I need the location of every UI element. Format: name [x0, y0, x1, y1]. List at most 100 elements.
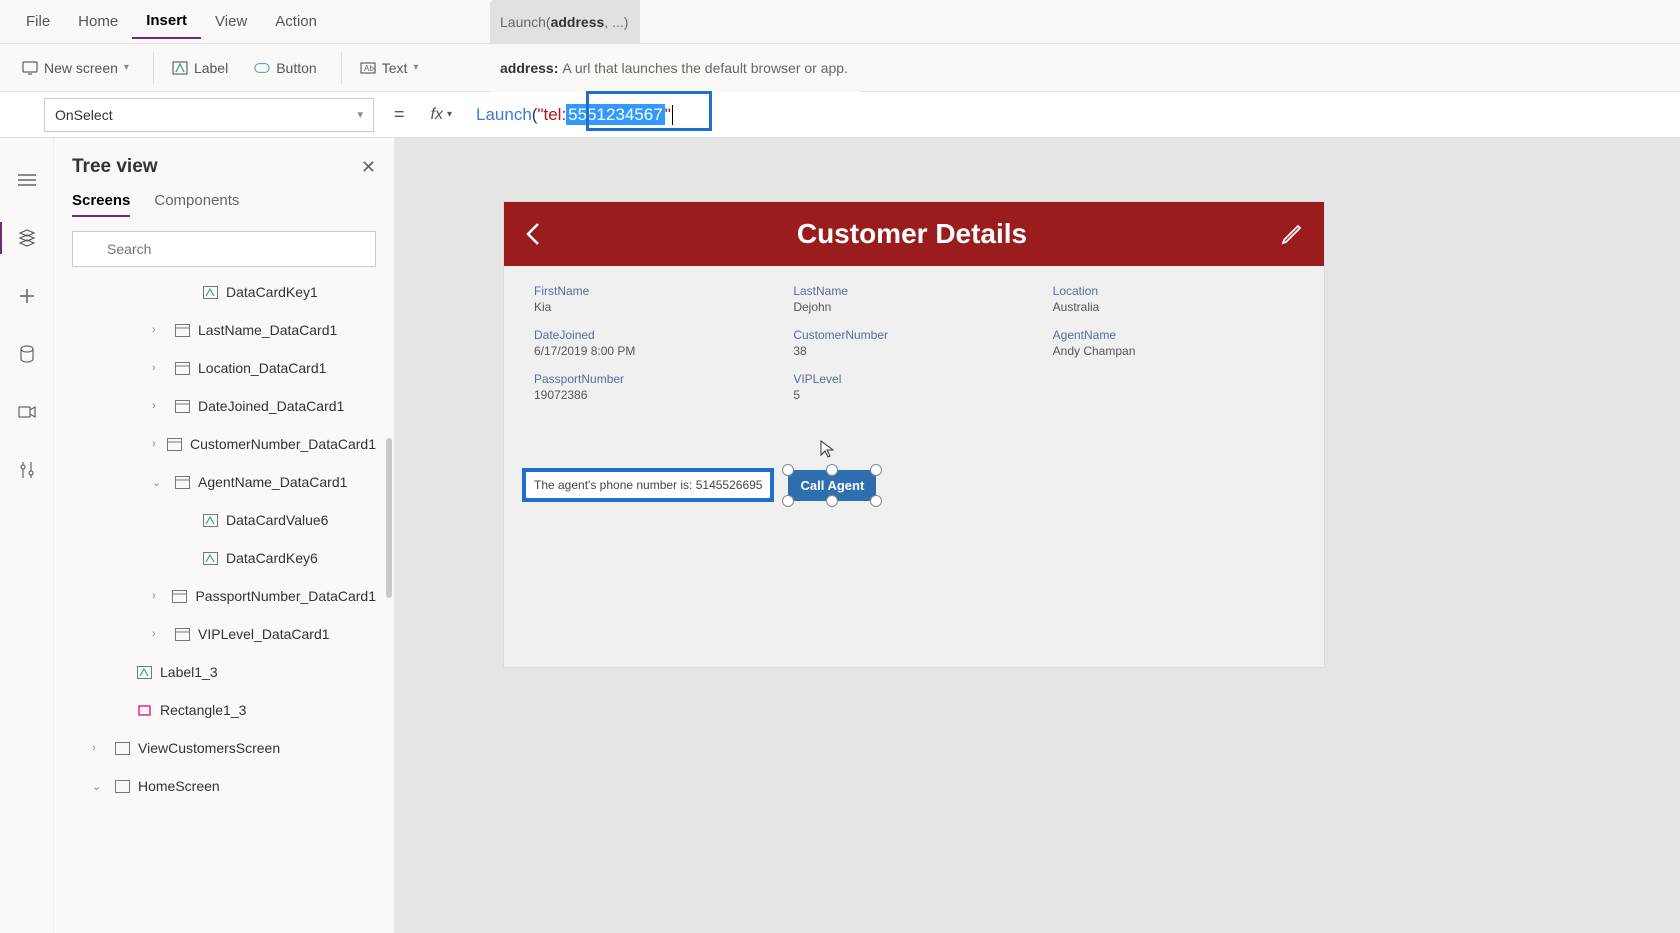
media-icon[interactable] — [15, 400, 39, 424]
caret — [672, 105, 673, 125]
tab-screens[interactable]: Screens — [72, 192, 130, 217]
menu-home[interactable]: Home — [64, 5, 132, 38]
tree-list: DataCardKey1 › LastName_DataCard1 › Location… — [72, 273, 376, 805]
text-button[interactable]: Abc Text ▾ — [350, 54, 429, 82]
chevron-icon: › — [152, 628, 166, 640]
field-value: Andy Champan — [1053, 344, 1294, 358]
tree-item[interactable]: DataCardKey1 — [72, 273, 376, 311]
edit-icon[interactable] — [1280, 222, 1304, 246]
fx-button[interactable]: fx▾ — [425, 102, 458, 128]
tree-header: Tree view ✕ — [72, 156, 376, 178]
new-screen-button[interactable]: New screen ▾ — [12, 54, 139, 82]
tree-item[interactable]: ›DateJoined_DataCard1 — [72, 387, 376, 425]
tree-item[interactable]: › Location_DataCard1 — [72, 349, 376, 387]
field-custno: CustomerNumber 38 — [793, 328, 1034, 358]
field-label: VIPLevel — [793, 372, 1034, 386]
menu-insert[interactable]: Insert — [132, 4, 201, 39]
selection-handle[interactable] — [870, 464, 882, 476]
agent-phone-label[interactable]: The agent's phone number is: 5145526695 — [522, 468, 774, 502]
tree-item[interactable]: ›ViewCustomersScreen — [72, 729, 376, 767]
back-icon[interactable] — [524, 220, 544, 248]
main-area: Tree view ✕ Screens Components DataCardK… — [0, 138, 1680, 933]
field-value: 6/17/2019 8:00 PM — [534, 344, 775, 358]
tree-item-label: Location_DataCard1 — [198, 360, 326, 376]
property-selector-value: OnSelect — [55, 107, 113, 123]
tree-view-icon[interactable] — [15, 226, 39, 250]
tree-item[interactable]: › LastName_DataCard1 — [72, 311, 376, 349]
chevron-down-icon: ▾ — [124, 62, 129, 73]
tree-item-label: ViewCustomersScreen — [138, 740, 280, 756]
left-rail — [0, 138, 54, 933]
tree-search-wrap — [72, 231, 376, 267]
tree-search-input[interactable] — [72, 231, 376, 267]
field-label: LastName — [793, 284, 1034, 298]
selection-handle[interactable] — [782, 464, 794, 476]
tree-item-label: PassportNumber_DataCard1 — [195, 588, 376, 604]
tree-item[interactable]: DataCardValue6 — [72, 501, 376, 539]
field-label: DateJoined — [534, 328, 775, 342]
property-selector[interactable]: OnSelect ▾ — [44, 98, 374, 132]
tree-item[interactable]: DataCardKey6 — [72, 539, 376, 577]
tree-item-label: LastName_DataCard1 — [198, 322, 337, 338]
field-vip: VIPLevel 5 — [793, 372, 1034, 402]
button-btn-label: Button — [276, 60, 316, 76]
toolbar-divider — [153, 52, 154, 84]
selection-handle[interactable] — [870, 495, 882, 507]
tree-item-label: CustomerNumber_DataCard1 — [190, 436, 376, 452]
tree-item[interactable]: Rectangle1_3 — [72, 691, 376, 729]
chevron-icon: › — [152, 324, 166, 336]
canvas[interactable]: Customer Details FirstName Kia LastName … — [394, 138, 1680, 933]
tree-item-label: Label1_3 — [160, 664, 218, 680]
button-icon — [254, 60, 270, 76]
field-firstname: FirstName Kia — [534, 284, 775, 314]
tree-item[interactable]: ›CustomerNumber_DataCard1 — [72, 425, 376, 463]
call-button-selected[interactable]: Call Agent — [788, 470, 876, 501]
tree-title: Tree view — [72, 156, 158, 178]
tree-item-icon — [114, 740, 130, 756]
data-icon[interactable] — [15, 342, 39, 366]
tree-item-icon — [202, 284, 218, 300]
new-screen-label: New screen — [44, 60, 118, 76]
agent-row: The agent's phone number is: 5145526695 … — [522, 468, 876, 502]
tree-item[interactable]: Label1_3 — [72, 653, 376, 691]
field-label: Location — [1053, 284, 1294, 298]
tree-item[interactable]: ⌄ HomeScreen — [72, 767, 376, 805]
field-passport: PassportNumber 19072386 — [534, 372, 775, 402]
menu-file[interactable]: File — [12, 5, 64, 38]
chevron-icon: ⌄ — [92, 780, 106, 793]
label-button[interactable]: Label — [162, 54, 238, 82]
formula-input[interactable]: Launch("tel:5551234567" — [470, 101, 1668, 129]
field-agent: AgentName Andy Champan — [1053, 328, 1294, 358]
hamburger-icon[interactable] — [15, 168, 39, 192]
tree-panel: Tree view ✕ Screens Components DataCardK… — [54, 138, 394, 933]
tree-item[interactable]: ⌄AgentName_DataCard1 — [72, 463, 376, 501]
sig-func: Launch( — [500, 14, 551, 30]
insert-icon[interactable] — [15, 284, 39, 308]
form-grid: FirstName Kia LastName Dejohn Location A… — [504, 266, 1324, 420]
screen-icon — [22, 60, 38, 76]
app-title: Customer Details — [544, 218, 1280, 250]
tree-item[interactable]: ›VIPLevel_DataCard1 — [72, 615, 376, 653]
tree-item[interactable]: ›PassportNumber_DataCard1 — [72, 577, 376, 615]
tree-item-label: Rectangle1_3 — [160, 702, 246, 718]
menu-action[interactable]: Action — [261, 5, 331, 38]
button-button[interactable]: Button — [244, 54, 326, 82]
advanced-icon[interactable] — [15, 458, 39, 482]
selection-handle[interactable] — [826, 464, 838, 476]
tree-item-label: DataCardKey6 — [226, 550, 318, 566]
field-value: 19072386 — [534, 388, 775, 402]
chevron-icon: › — [152, 400, 166, 412]
close-icon[interactable]: ✕ — [361, 157, 376, 178]
tab-components[interactable]: Components — [154, 192, 239, 217]
tree-item-icon — [202, 512, 218, 528]
tree-item-icon — [172, 588, 187, 604]
selection-handle[interactable] — [782, 495, 794, 507]
tree-scrollbar[interactable] — [386, 438, 392, 598]
svg-text:Abc: Abc — [364, 64, 376, 73]
tree-item-label: HomeScreen — [138, 778, 220, 794]
text-btn-label: Text — [382, 60, 408, 76]
chevron-icon: › — [152, 362, 166, 374]
selection-handle[interactable] — [826, 495, 838, 507]
field-label: AgentName — [1053, 328, 1294, 342]
menu-view[interactable]: View — [201, 5, 261, 38]
